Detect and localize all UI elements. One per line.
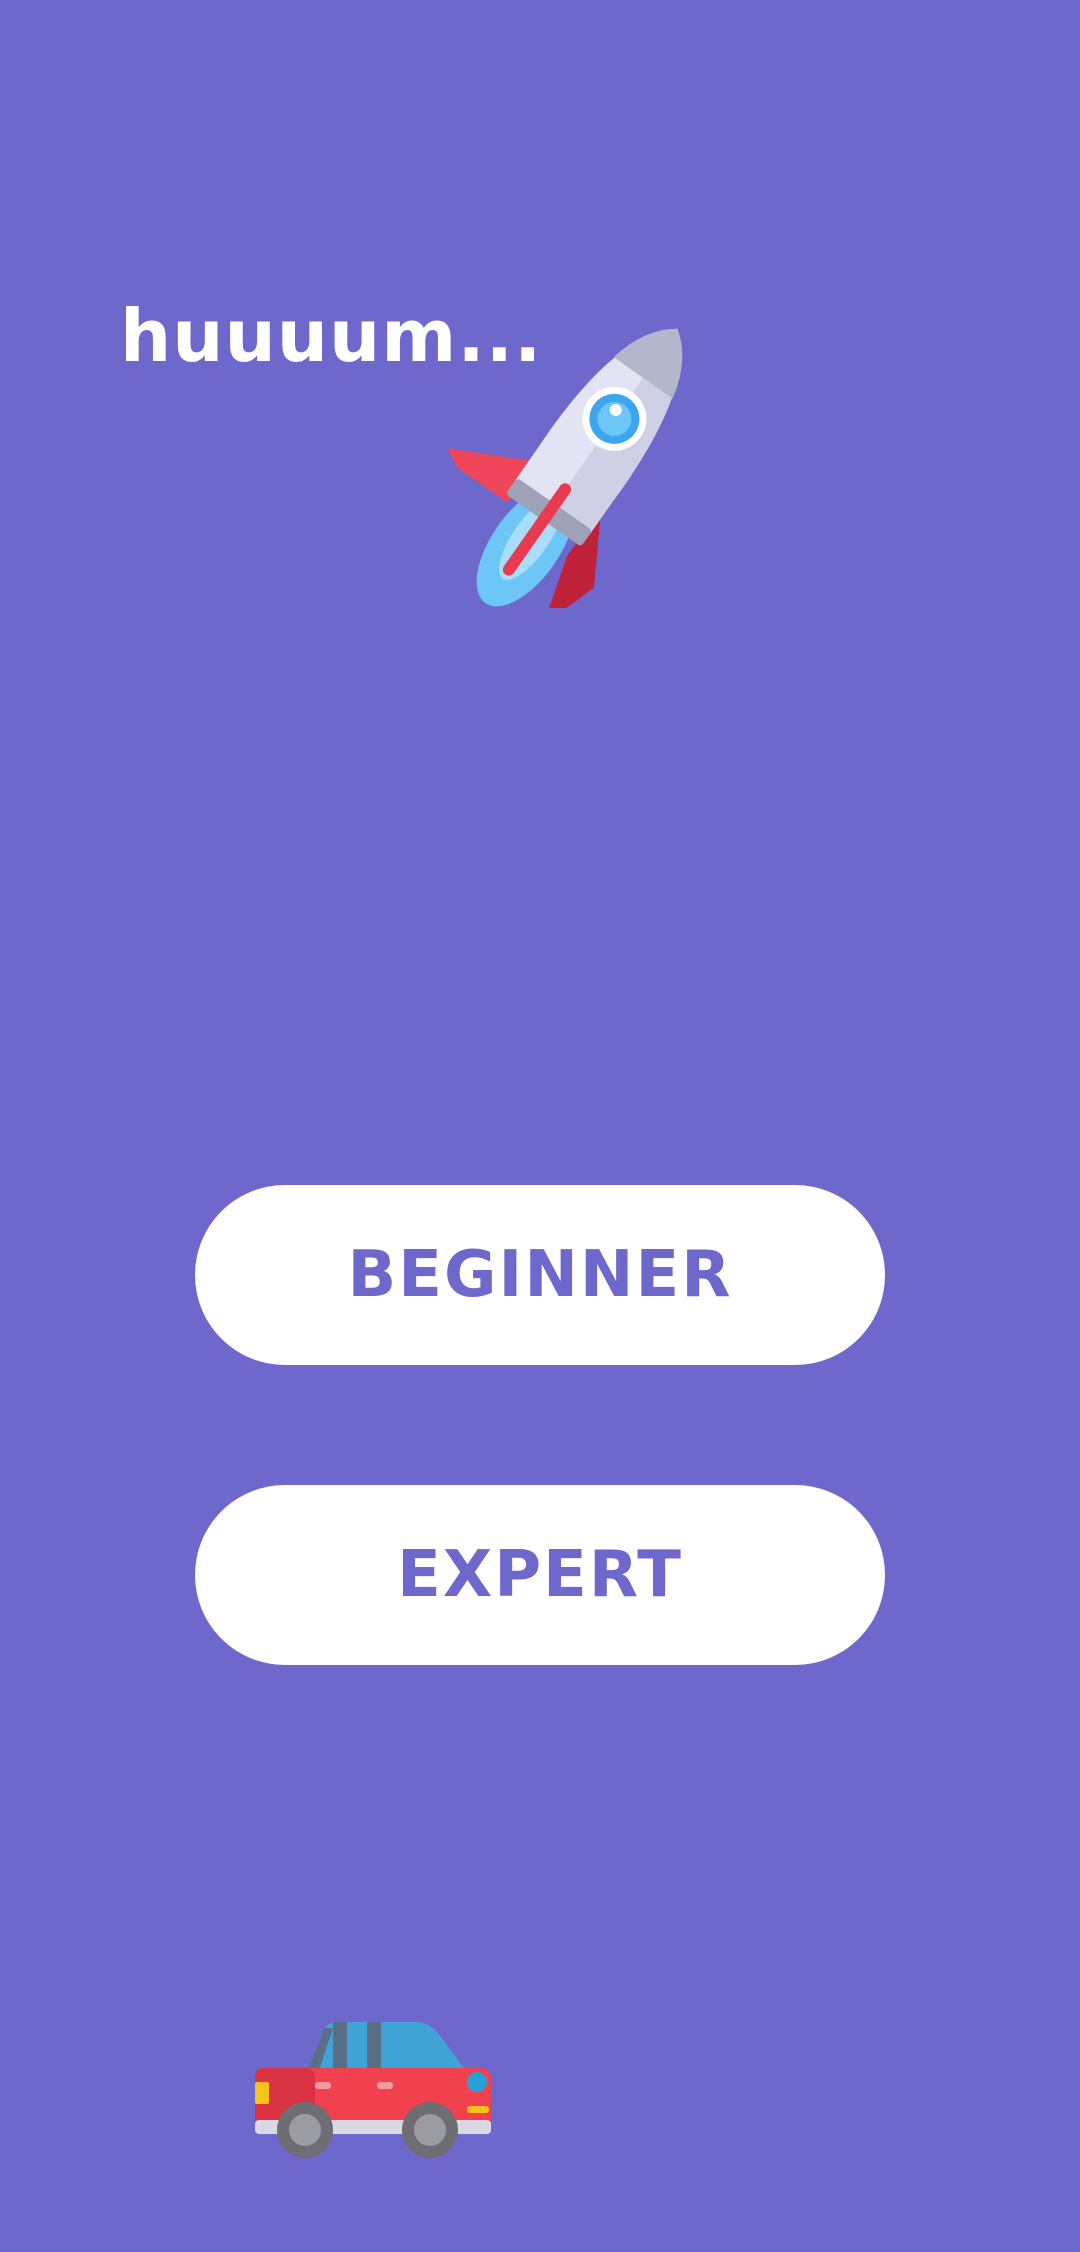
car-icon <box>255 2022 491 2158</box>
rocket-icon <box>447 328 683 608</box>
beginner-button[interactable]: BEGINNER <box>195 1185 885 1365</box>
level-select-screen: huuuum... BEGINNER EXPERT <box>0 0 1080 2252</box>
expert-button[interactable]: EXPERT <box>195 1485 885 1665</box>
